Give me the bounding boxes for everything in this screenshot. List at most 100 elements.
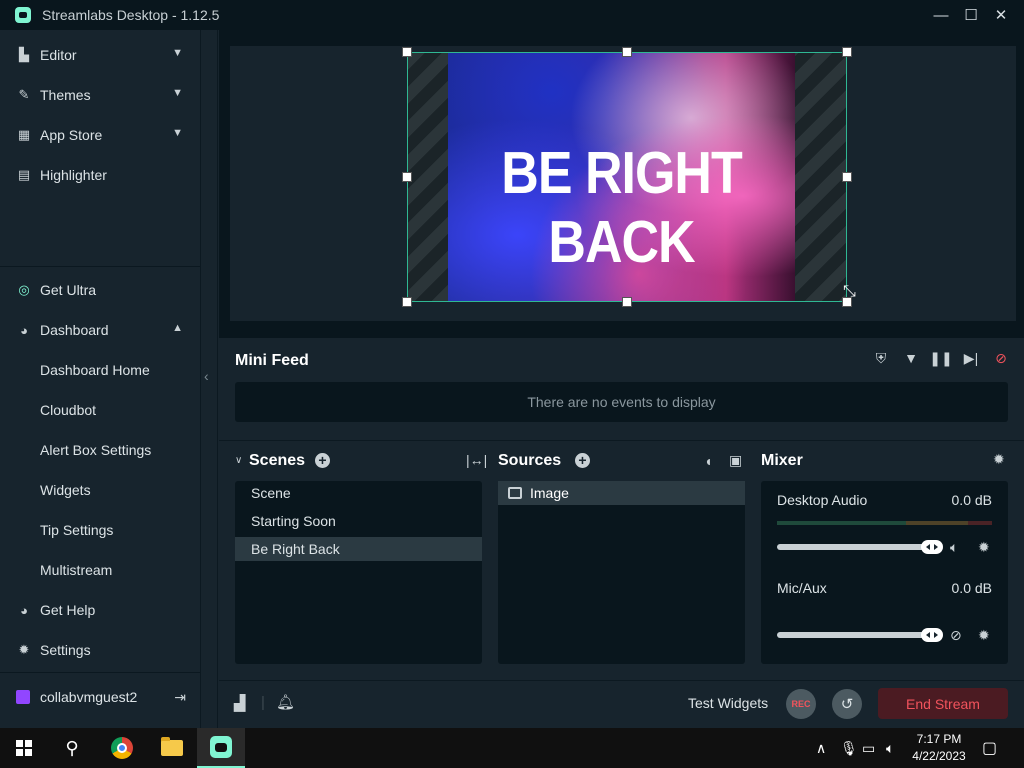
sidebar-item-settings[interactable]: ✹ Settings [0,630,200,670]
notification-bell-icon[interactable]: 🔔︎ [276,693,295,711]
sidebar-item-get-ultra[interactable]: ◎ Get Ultra [0,270,200,310]
search-icon[interactable]: ⚲ [48,728,96,768]
volume-slider[interactable] [777,632,940,638]
sidebar-item-alert-box-settings[interactable]: Alert Box Settings [40,430,151,470]
sidebar-divider [0,266,200,267]
show-hidden-icons[interactable]: ∧ [816,728,826,768]
footer-divider: | [261,694,265,711]
mixer-title: Mixer [761,452,803,469]
resize-handle-bottom[interactable] [622,297,632,307]
chevron-left-icon[interactable]: ‹ [204,368,209,384]
sidebar-item-label: Dashboard [40,322,109,338]
scene-item-active[interactable]: Be Right Back [235,537,482,561]
mute-alerts-icon[interactable]: ⊘ [986,350,1016,370]
gear-icon: ✹ [18,642,30,657]
chevron-up-icon: ▲ [172,322,183,334]
sidebar-item-widgets[interactable]: Widgets [40,470,91,510]
minimize-icon[interactable]: — [926,0,956,30]
performance-icon[interactable]: ▟ [234,694,246,712]
sidebar-item-tip-settings[interactable]: Tip Settings [40,510,113,550]
resize-handle-top-left[interactable] [402,47,412,57]
close-icon[interactable]: ✕ [986,0,1016,30]
add-scene-button[interactable]: + [315,453,330,468]
skip-icon[interactable]: ▶| [956,350,986,370]
sidebar-item-dashboard-home[interactable]: Dashboard Home [40,350,150,390]
volume-meter [777,521,992,525]
chrome-taskbar-button[interactable] [98,728,146,768]
scene-item[interactable]: Scene [235,481,482,505]
resize-handle-top[interactable] [622,47,632,57]
sidebar-item-multistream[interactable]: Multistream [40,550,112,590]
speaker-icon[interactable]: 🔈︎ [950,539,958,556]
folder-icon [161,737,183,756]
source-item[interactable]: Image [498,481,745,505]
speaker-muted-icon[interactable]: ⊘ [950,627,962,644]
test-widgets-button[interactable]: Test Widgets [688,695,768,711]
sidebar-item-label: Highlighter [40,167,107,183]
clock-time: 7:17 PM [916,732,962,746]
file-explorer-taskbar-button[interactable] [148,728,196,768]
source-group-icon[interactable]: ◖ [704,453,712,469]
streamlabs-icon [210,736,232,758]
gear-icon[interactable]: ✹ [978,627,990,644]
network-icon[interactable]: ▭ [862,728,875,768]
sidebar-item-themes[interactable]: ✎ Themes ▼ [0,75,200,115]
record-button[interactable]: REC [786,689,816,719]
maximize-icon[interactable]: ☐ [956,0,986,30]
sidebar-item-label: Settings [40,642,91,658]
clapper-icon: ▤ [17,167,31,182]
replay-buffer-button[interactable]: ↺ [832,689,862,719]
microphone-icon[interactable]: 🎙︎ [840,728,858,768]
filter-icon[interactable]: ▼ [896,350,926,370]
mixer-channel-level: 0.0 dB [951,492,992,508]
taskbar-clock[interactable]: 7:17 PM 4/22/2023 [908,731,970,765]
sidebar-collapse-rail[interactable]: ‹ [200,30,218,728]
add-folder-icon[interactable]: ▣ [729,452,742,469]
start-button[interactable] [0,728,48,768]
gear-icon[interactable]: ✹ [978,539,990,556]
scene-item[interactable]: Starting Soon [235,509,482,533]
gear-icon[interactable]: ✹ [993,451,1005,468]
sidebar-item-editor[interactable]: ▙ Editor ▼ [0,35,200,75]
chevron-down-icon: ▼ [172,127,183,139]
streamlabs-taskbar-button[interactable] [197,728,245,768]
selected-source-image[interactable]: BE RIGHT BACK [407,52,847,302]
editor-icon: ▙ [19,47,29,62]
be-right-back-image: BE RIGHT BACK [448,53,795,301]
resize-handle-left[interactable] [402,172,412,182]
dashboard-icon: ◕ [20,322,28,338]
volume-slider[interactable] [777,544,940,550]
sidebar-item-cloudbot[interactable]: Cloudbot [40,390,96,430]
sidebar-item-app-store[interactable]: ▦ App Store ▼ [0,115,200,155]
resize-handle-bottom-left[interactable] [402,297,412,307]
source-item-label: Image [530,485,569,501]
volume-slider-knob[interactable] [921,628,943,642]
sources-list [498,481,745,664]
resize-cursor-icon: ⤡ [843,283,856,300]
volume-icon[interactable]: 🔈︎ [886,728,894,768]
sidebar-item-dashboard[interactable]: ◕ Dashboard ▲ [0,310,200,350]
replay-icon: ↺ [840,696,854,713]
sidebar-item-label: Get Help [40,602,96,618]
pause-icon[interactable]: ❚❚ [926,350,956,370]
chrome-icon [111,737,133,759]
window-title: Streamlabs Desktop - 1.12.5 [42,7,220,23]
sidebar-item-highlighter[interactable]: ▤ Highlighter [0,155,200,195]
themes-icon: ✎ [18,87,30,102]
scene-transition-icon[interactable]: |↔| [466,452,487,468]
streamlabs-logo-icon [15,7,31,23]
volume-slider-knob[interactable] [921,540,943,554]
shield-icon[interactable]: ⛨ [866,350,896,370]
mixer-channel-name: Mic/Aux [777,580,827,596]
streamlabs-app: Streamlabs Desktop - 1.12.5 — ☐ ✕ ▙ Edit… [0,0,1024,728]
sidebar-item-label: Themes [40,87,91,103]
resize-handle-right[interactable] [842,172,852,182]
resize-handle-top-right[interactable] [842,47,852,57]
chevron-down-icon[interactable]: ∨ [235,455,242,466]
sidebar-item-get-help[interactable]: ◕ Get Help [0,590,200,630]
end-stream-button[interactable]: End Stream [878,688,1008,719]
add-source-button[interactable]: + [575,453,590,468]
user-account[interactable]: collabvmguest2 ⇥ [0,677,200,717]
action-center-icon[interactable]: ▢ [982,728,997,768]
logout-icon[interactable]: ⇥ [174,689,186,706]
